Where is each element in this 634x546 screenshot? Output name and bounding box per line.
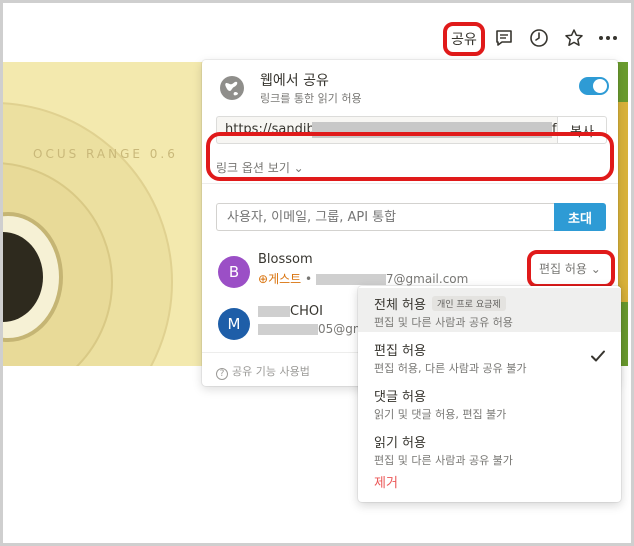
menu-item-title: 전체 허용 개인 프로 요금제 [374, 294, 506, 313]
permission-dropdown[interactable]: 편집 허용 ⌄ [539, 260, 601, 277]
invite-input[interactable] [216, 203, 554, 231]
redacted-name [258, 306, 290, 317]
top-bar: 공유 [0, 0, 634, 62]
checkmark-icon [591, 350, 605, 362]
menu-item-can-edit[interactable]: 편집 허용 편집 허용, 다른 사람과 공유 불가 [358, 334, 621, 378]
member-info: ⊕게스트 • 7@gmail.com [258, 270, 468, 287]
share-to-web-row[interactable]: 웹에서 공유 링크를 통한 읽기 허용 [218, 70, 609, 110]
help-label: 공유 기능 사용법 [232, 365, 310, 378]
question-icon: ? [216, 368, 228, 380]
divider [202, 352, 358, 353]
member-info: 05@gma [258, 322, 372, 336]
plan-badge: 개인 프로 요금제 [431, 296, 506, 311]
star-icon[interactable] [563, 27, 585, 49]
guest-globe-icon: ⊕ [258, 272, 269, 286]
menu-item-can-view[interactable]: 읽기 허용 편집 및 다른 사람과 공유 불가 [358, 426, 621, 470]
avatar: B [218, 256, 250, 288]
guest-label: 게스트 [268, 272, 302, 286]
globe-icon [220, 76, 244, 100]
share-to-web-subtitle: 링크를 통한 읽기 허용 [260, 92, 362, 105]
menu-item-description: 편집 및 다른 사람과 공유 불가 [374, 454, 513, 467]
menu-item-description: 읽기 및 댓글 허용, 편집 불가 [374, 408, 507, 421]
share-to-web-toggle[interactable] [579, 77, 609, 95]
menu-item-can-comment[interactable]: 댓글 허용 읽기 및 댓글 허용, 편집 불가 [358, 380, 621, 424]
share-button[interactable]: 공유 [443, 22, 485, 56]
help-link[interactable]: ? 공유 기능 사용법 [216, 363, 310, 380]
menu-item-description: 편집 허용, 다른 사람과 공유 불가 [374, 362, 527, 375]
invite-button[interactable]: 초대 [554, 203, 606, 231]
menu-item-title: 편집 허용 [374, 344, 426, 359]
remove-member-button[interactable]: 제거 [374, 472, 398, 491]
menu-item-title: 읽기 허용 [374, 436, 426, 451]
member-name: Blossom [258, 252, 313, 267]
history-icon[interactable] [528, 27, 550, 49]
share-to-web-title: 웹에서 공유 [260, 73, 329, 89]
redacted-email [258, 324, 318, 335]
permission-menu: 전체 허용 개인 프로 요금제 편집 및 다른 사람과 공유 허용 편집 허용 편… [358, 286, 621, 502]
divider [202, 183, 618, 184]
member-name-suffix: CHOI [290, 304, 323, 319]
member-email-suffix: 7@gmail.com [385, 272, 469, 286]
redacted-email [315, 274, 386, 285]
separator-dot: • [305, 272, 316, 286]
menu-item-full-access[interactable]: 전체 허용 개인 프로 요금제 편집 및 다른 사람과 공유 허용 [358, 288, 621, 332]
photo-lens-text: OCUS RANGE 0.6 [33, 147, 178, 161]
more-icon[interactable] [597, 27, 619, 49]
comment-icon[interactable] [493, 27, 515, 49]
menu-item-title: 댓글 허용 [374, 390, 426, 405]
member-name: CHOI [258, 304, 323, 319]
avatar: M [218, 308, 250, 340]
invite-highlight [206, 132, 614, 181]
menu-item-description: 편집 및 다른 사람과 공유 허용 [374, 316, 513, 329]
